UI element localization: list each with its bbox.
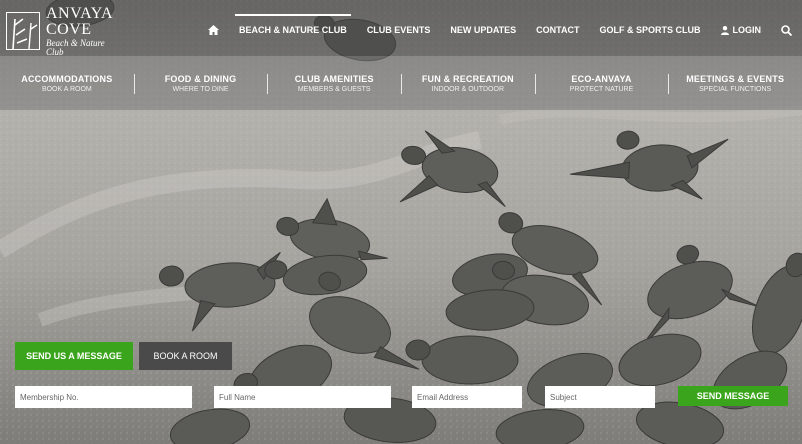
subject-input[interactable] <box>545 386 655 408</box>
section-title: ACCOMMODATIONS <box>21 73 113 84</box>
section-subtitle: BOOK A ROOM <box>41 85 92 93</box>
brand-name-line1: ANVAYA <box>46 4 114 22</box>
section-subtitle: SPECIAL FUNCTIONS <box>699 85 772 93</box>
nav-beach-nature-club[interactable]: BEACH & NATURE CLUB <box>229 14 357 46</box>
book-a-room-button[interactable]: BOOK A ROOM <box>139 342 232 370</box>
send-us-a-message-button[interactable]: SEND US A MESSAGE <box>15 342 133 370</box>
section-title: FOOD & DINING <box>164 73 237 84</box>
brand-tagline: Beach & Nature Club <box>46 37 105 57</box>
bamboo-logo-icon <box>6 12 40 50</box>
section-title: MEETINGS & EVENTS <box>686 73 785 84</box>
top-nav: BEACH & NATURE CLUB CLUB EVENTS NEW UPDA… <box>198 14 802 46</box>
section-subtitle: INDOOR & OUTDOOR <box>431 85 505 93</box>
email-address-input[interactable] <box>412 386 522 408</box>
section-subtitle: MEMBERS & GUESTS <box>297 85 371 93</box>
full-name-input[interactable] <box>214 386 391 408</box>
section-title: ECO-ANVAYA <box>571 73 632 84</box>
home-icon[interactable] <box>198 14 229 46</box>
membership-number-input[interactable] <box>15 386 192 408</box>
top-header: ANVAYA COVE Beach & Nature Club BEACH & … <box>0 0 802 56</box>
section-nav: ACCOMMODATIONS BOOK A ROOM FOOD & DINING… <box>0 56 802 110</box>
section-title: FUN & RECREATION <box>421 73 514 84</box>
login-link[interactable]: LOGIN <box>711 14 772 46</box>
section-title: CLUB AMENITIES <box>294 73 374 84</box>
brand-name-line2: COVE <box>46 20 92 38</box>
section-accommodations[interactable]: ACCOMMODATIONS BOOK A ROOM <box>0 56 134 110</box>
nav-club-events[interactable]: CLUB EVENTS <box>357 14 441 46</box>
nav-new-updates[interactable]: NEW UPDATES <box>440 14 526 46</box>
nav-contact[interactable]: CONTACT <box>526 14 589 46</box>
nav-golf-sports-club[interactable]: GOLF & SPORTS CLUB <box>590 14 711 46</box>
section-subtitle: PROTECT NATURE <box>569 85 634 93</box>
section-subtitle: WHERE TO DINE <box>172 85 229 93</box>
section-meetings-events[interactable]: MEETINGS & EVENTS SPECIAL FUNCTIONS <box>668 56 802 110</box>
section-club-amenities[interactable]: CLUB AMENITIES MEMBERS & GUESTS <box>267 56 401 110</box>
search-icon[interactable] <box>771 14 802 46</box>
user-icon <box>720 25 729 35</box>
login-label: LOGIN <box>732 25 762 35</box>
section-eco-anvaya[interactable]: ECO-ANVAYA PROTECT NATURE <box>534 56 669 110</box>
brand-logo[interactable]: ANVAYA COVE Beach & Nature Club <box>6 5 124 56</box>
section-fun-recreation[interactable]: FUN & RECREATION INDOOR & OUTDOOR <box>401 56 535 110</box>
section-food-dining[interactable]: FOOD & DINING WHERE TO DINE <box>133 56 268 110</box>
send-message-button[interactable]: SEND MESSAGE <box>678 386 788 406</box>
